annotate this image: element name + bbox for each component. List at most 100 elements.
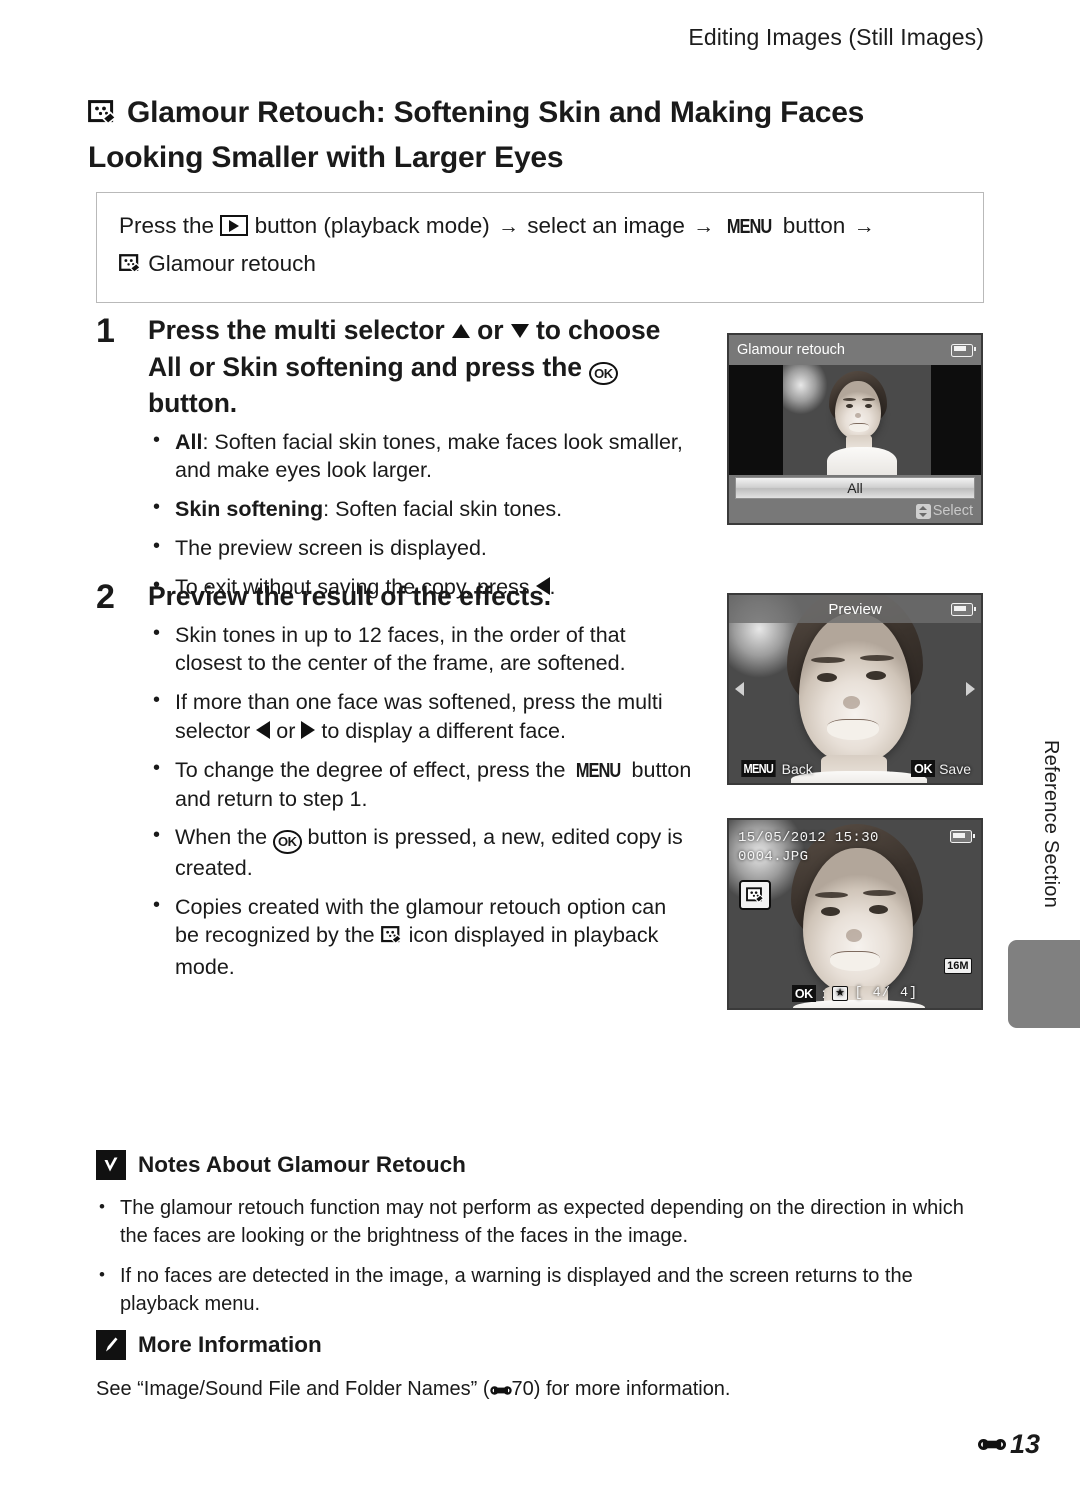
nose-shape-3 (846, 929, 862, 942)
select-hint: Select (915, 503, 973, 519)
mouth-shape-3 (830, 951, 880, 971)
more-information-text: See “Image/Sound File and Folder Names” … (96, 1376, 986, 1406)
arrow-icon-3: → (853, 215, 875, 238)
multi-selector-down-icon (510, 324, 529, 338)
preview-action-bar: MENU Back OK Save (729, 760, 981, 777)
step-2-bullet-1-text: Skin tones in up to 12 faces, in the ord… (175, 622, 626, 676)
page-footer: 13 (977, 1429, 1040, 1460)
notes-bullets: The glamour retouch function may not per… (96, 1195, 986, 1318)
reference-section-symbol-icon (489, 1378, 512, 1406)
pencil-icon (96, 1330, 126, 1360)
frame-counter: [ 4/ 4] (854, 986, 919, 1001)
notes-bullet-2-text: If no faces are detected in the image, a… (120, 1265, 913, 1315)
more-information-text-b: 70) for more information. (511, 1378, 731, 1400)
step-1-head-all: All (148, 351, 182, 382)
more-information-block: More Information See “Image/Sound File a… (96, 1330, 986, 1406)
arrow-icon-2: → (693, 215, 715, 238)
option-all-button[interactable]: All (735, 477, 975, 499)
ok-button-icon: OK (589, 361, 618, 386)
preview-title-bar: Preview (729, 595, 981, 623)
screen-title: Glamour retouch (737, 342, 845, 358)
screen-title-bar: Glamour retouch (729, 335, 981, 365)
face-shape-3 (803, 848, 913, 994)
camera-screen-glamour-retouch-menu: Glamour retouch All Select (727, 333, 983, 525)
more-information-text-a: See “Image/Sound File and Folder Names” … (96, 1378, 490, 1400)
previous-face-arrow-icon[interactable] (735, 682, 744, 696)
more-information-title: More Information (138, 1332, 322, 1357)
back-label: Back (781, 760, 813, 777)
notes-heading: Notes About Glamour Retouch (96, 1150, 986, 1180)
glamour-retouch-icon (88, 96, 118, 137)
up-down-selector-icon (915, 503, 931, 519)
playback-button-icon (220, 215, 249, 236)
path-text-5: Glamour retouch (148, 250, 316, 276)
notes-bullet-1-text: The glamour retouch function may not per… (120, 1197, 964, 1247)
next-face-arrow-icon[interactable] (966, 682, 975, 696)
reference-section-symbol-icon-footer (977, 1429, 1007, 1460)
ok-chip-icon: OK (911, 760, 936, 777)
step-1-head-a: Press the multi selector (148, 315, 445, 345)
playback-status-bar: OK : ★ [ 4/ 4] (729, 985, 981, 1002)
page-title-line2: Looking Smaller with Larger Eyes (88, 141, 564, 175)
menu-button-icon: MENU (727, 216, 772, 238)
favorite-star-icon: ★ (831, 985, 849, 1002)
path-text-4: button (782, 213, 846, 238)
eye-left-2 (817, 673, 837, 682)
image-thumbnail (783, 365, 931, 477)
menu-back-hint: MENU Back (739, 760, 813, 777)
menu-chip-icon: MENU (741, 760, 776, 777)
nose-shape (855, 413, 861, 418)
mouth-shape (849, 423, 869, 432)
step-1-bullet-1-label: All (175, 429, 203, 454)
menu-path-box: Press the button (playback mode) → selec… (96, 192, 984, 303)
step-2-number: 2 (96, 578, 115, 616)
glamour-retouch-badge-icon (739, 880, 771, 910)
page-title: Glamour Retouch: Softening Skin and Maki… (88, 92, 948, 179)
eyebrow-right-3 (863, 890, 896, 896)
camera-screen-playback: 15/05/2012 15:30 0004.JPG 16M OK : ★ [ 4… (727, 818, 983, 1010)
save-label: Save (939, 760, 971, 777)
step-2-bullet-3: To change the degree of effect, press th… (148, 755, 696, 814)
mouth-shape-2 (827, 719, 879, 740)
eye-left-3 (821, 907, 840, 916)
step-2-bullet-2-or: or (276, 718, 296, 743)
step-1-bullets: All: Soften facial skin tones, make face… (148, 427, 696, 602)
eye-right-3 (869, 905, 888, 914)
step-1-bullet-3-text: The preview screen is displayed. (175, 536, 487, 561)
eyebrow-left-2 (811, 657, 845, 663)
eye-right-2 (866, 671, 886, 680)
more-information-heading: More Information (96, 1330, 986, 1360)
step-1-head-b: to choose (535, 315, 661, 345)
step-2-bullet-3-text: To change the degree of effect, press th… (175, 757, 566, 782)
eyebrow-right (862, 398, 875, 401)
reference-section-tab (1008, 940, 1080, 1028)
face-shape-2 (799, 613, 911, 763)
preview-title-label: Preview (828, 600, 882, 618)
notes-bullet-1: The glamour retouch function may not per… (96, 1195, 986, 1250)
caution-check-icon (96, 1150, 126, 1180)
step-1-number: 1 (96, 312, 115, 350)
step-2-bullet-2-tail: to display a different face. (321, 718, 566, 743)
file-name: 0004.JPG (738, 848, 809, 865)
step-1-head-e: button. (148, 388, 238, 419)
image-info-overlay: 15/05/2012 15:30 0004.JPG (738, 829, 879, 867)
glamour-retouch-icon-small (119, 251, 142, 283)
eye-left (846, 404, 853, 408)
step-1-head-c: or (188, 351, 216, 382)
step-2-bullet-1: Skin tones in up to 12 faces, in the ord… (148, 620, 696, 679)
battery-icon (951, 343, 976, 357)
step-1-bullet-2-label: Skin softening (175, 497, 324, 522)
step-1: 1 Press the multi selector or to choose … (96, 312, 696, 602)
path-text-1: Press the (119, 213, 215, 238)
multi-selector-right-icon (301, 720, 316, 739)
step-1-bullet-1-text: : Soften facial skin tones, make faces l… (175, 429, 683, 483)
camera-screen-preview: Preview MENU Back OK Save (727, 593, 983, 785)
running-head: Editing Images (Still Images) (688, 24, 984, 50)
reference-section-label: Reference Section (1040, 740, 1062, 908)
notes-title: Notes About Glamour Retouch (138, 1152, 466, 1177)
page-number: 13 (1009, 1429, 1040, 1459)
notes-bullet-2: If no faces are detected in the image, a… (96, 1263, 986, 1318)
nose-shape-2 (843, 696, 860, 709)
step-1-head-d: and press the (410, 351, 582, 382)
menu-path-line-1: Press the button (playback mode) → selec… (119, 210, 961, 242)
